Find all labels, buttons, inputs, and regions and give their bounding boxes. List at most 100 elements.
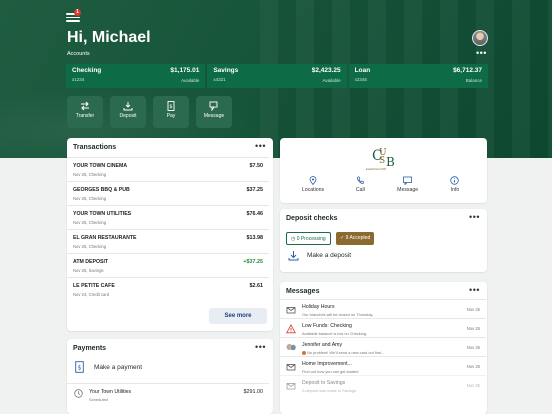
greeting-title: Hi, Michael [67,29,151,46]
account-tile-loan[interactable]: Loan x2345 $6,712.37 Balance [348,64,488,88]
chip-label: 0 Processing [296,236,326,242]
chat-icon [403,176,413,185]
group-avatar-icon [286,344,296,351]
phone-icon [357,176,365,184]
accounts-label: Accounts [67,51,90,57]
account-amount: $6,712.37 [453,67,482,74]
transaction-amount: $7.50 [249,163,264,169]
message-row[interactable]: Jennifer and Amy No problem! We'll send … [280,337,486,356]
account-tile-savings[interactable]: Savings x4321 $2,423.25 Available [207,64,347,88]
user-avatar[interactable] [472,30,488,46]
message-preview: No problem! We'll send a new card out fi… [302,350,452,355]
account-amount-kind: Available [181,77,200,83]
bank-action-label: Message [397,187,419,193]
menu-button[interactable]: 1 [66,9,81,23]
transaction-row[interactable]: LE PETITE CAFE Nov 24, Credit card $2.61 [67,277,269,301]
accepted-chip[interactable]: ✓ 9 Accepted [336,232,375,245]
payment-amount: $291.00 [243,389,264,395]
transaction-date: Nov 25, Checking [73,243,107,249]
deposit-button[interactable]: Deposit [110,96,146,128]
account-tile-checking[interactable]: Checking x1234 $1,175.01 Available [66,64,206,88]
svg-text:S: S [379,156,385,166]
quick-action-label: Transfer [75,113,95,119]
transaction-date: Nov 25, Checking [73,219,107,225]
more-icon[interactable]: ••• [469,285,480,295]
info-button[interactable]: Info [436,176,474,193]
call-button[interactable]: Call [341,176,379,193]
transaction-date: Nov 25, Checking [73,171,107,177]
bank-action-label: Info [450,187,460,193]
account-amount: $1,175.01 [170,67,200,74]
message-row[interactable]: Home Improvement... Find out how you can… [280,356,486,375]
transaction-row[interactable]: YOUR TOWN CINEMA Nov 25, Checking $7.50 [67,157,269,181]
transaction-row[interactable]: ATM DEPOSIT Nov 25, Savings +$37.25 [67,253,269,277]
bank-action-label: Call [355,187,365,193]
message-button[interactable]: Message [196,96,232,128]
message-preview: Available balance is low on Checking. [302,331,368,336]
transaction-row[interactable]: EL GRAN RESTAURANTE Nov 25, Checking $13… [67,229,269,253]
message-date: Nov 25 [466,326,480,331]
processing-chip[interactable]: ◷ 0 Processing [286,232,331,245]
transaction-name: GEORGES BBQ & PUB [73,187,130,193]
see-more-button[interactable]: See more [209,308,267,324]
make-deposit-button[interactable]: Make a deposit [288,250,351,261]
transaction-name: EL GRAN RESTAURANTE [73,235,137,241]
location-pin-icon [309,176,317,185]
account-amount: $2,423.25 [311,67,341,74]
clock-icon [74,389,83,398]
check-icon: ✓ [340,235,345,241]
transaction-name: YOUR TOWN CINEMA [73,163,128,169]
message-title: Jennifer and Amy [302,342,343,348]
make-payment-button[interactable]: $ Make a payment [75,361,142,373]
message-row[interactable]: Holiday Hours Our branches will be close… [280,299,486,318]
card-title: Payments [73,345,107,352]
bank-action-label: Locations [301,187,325,193]
account-amount-kind: Available [322,77,341,83]
deposit-checks-card: Deposit checks ••• ◷ 0 Processing ✓ 9 Ac… [280,209,487,272]
notification-badge: 1 [74,9,81,16]
message-row[interactable]: Low Funds: Checking Available balance is… [280,318,486,337]
bank-message-button[interactable]: Message [389,176,427,193]
transaction-amount: $37.25 [246,187,264,193]
card-title: Transactions [73,144,117,151]
message-preview: A deposit was made to Savings [302,388,357,393]
quick-action-label: Message [203,113,225,119]
more-icon[interactable]: ••• [255,342,266,352]
transaction-row[interactable]: YOUR TOWN UTILITIES Nov 25, Checking $76… [67,205,269,229]
envelope-icon [286,364,296,371]
account-amount-kind: Balance [465,77,482,83]
deposit-icon [123,102,133,111]
transaction-name: ATM DEPOSIT [73,259,109,265]
card-title: Messages [286,288,320,295]
message-date: Nov 25 [466,307,480,312]
message-title: Deposit to Savings [302,380,346,386]
more-icon[interactable]: ••• [255,141,266,151]
payment-name: Your Town Utilities [89,389,132,395]
message-preview: Our branches will be closed on Thursday. [302,312,374,317]
message-row[interactable]: Deposit to Savings A deposit was made to… [280,375,486,394]
transaction-row[interactable]: GEORGES BBQ & PUB Nov 25, Checking $37.2… [67,181,269,205]
payment-row[interactable]: Your Town Utilities Scheduled $291.00 [67,383,269,405]
pay-button[interactable]: $ Pay [153,96,189,128]
payment-status: Scheduled [89,397,108,402]
transaction-amount: +$37.25 [243,259,263,265]
transfer-button[interactable]: Transfer [67,96,103,128]
more-icon[interactable]: ••• [469,212,480,222]
accounts-more-icon[interactable]: ••• [476,49,487,58]
locations-button[interactable]: Locations [294,176,332,193]
pay-icon: $ [75,361,84,373]
message-preview: Find out how you can get started [302,369,359,374]
transaction-name: YOUR TOWN UTILITIES [73,211,132,217]
make-payment-label: Make a payment [94,363,143,371]
deposit-icon [288,251,299,261]
bank-actions: Locations Call Message Info [294,176,474,193]
quick-action-label: Deposit [119,113,137,119]
message-date: Nov 25 [466,345,480,350]
message-preview-text: No problem! We'll send a new card out fi… [307,350,385,355]
card-title: Deposit checks [286,215,338,222]
chip-label: 9 Accepted [345,235,371,241]
accounts-row: Checking x1234 $1,175.01 Available Savin… [66,64,488,88]
message-date: Nov 25 [466,364,480,369]
payments-card: Payments ••• $ Make a payment Your Town … [67,339,273,414]
transaction-name: LE PETITE CAFE [73,283,115,289]
